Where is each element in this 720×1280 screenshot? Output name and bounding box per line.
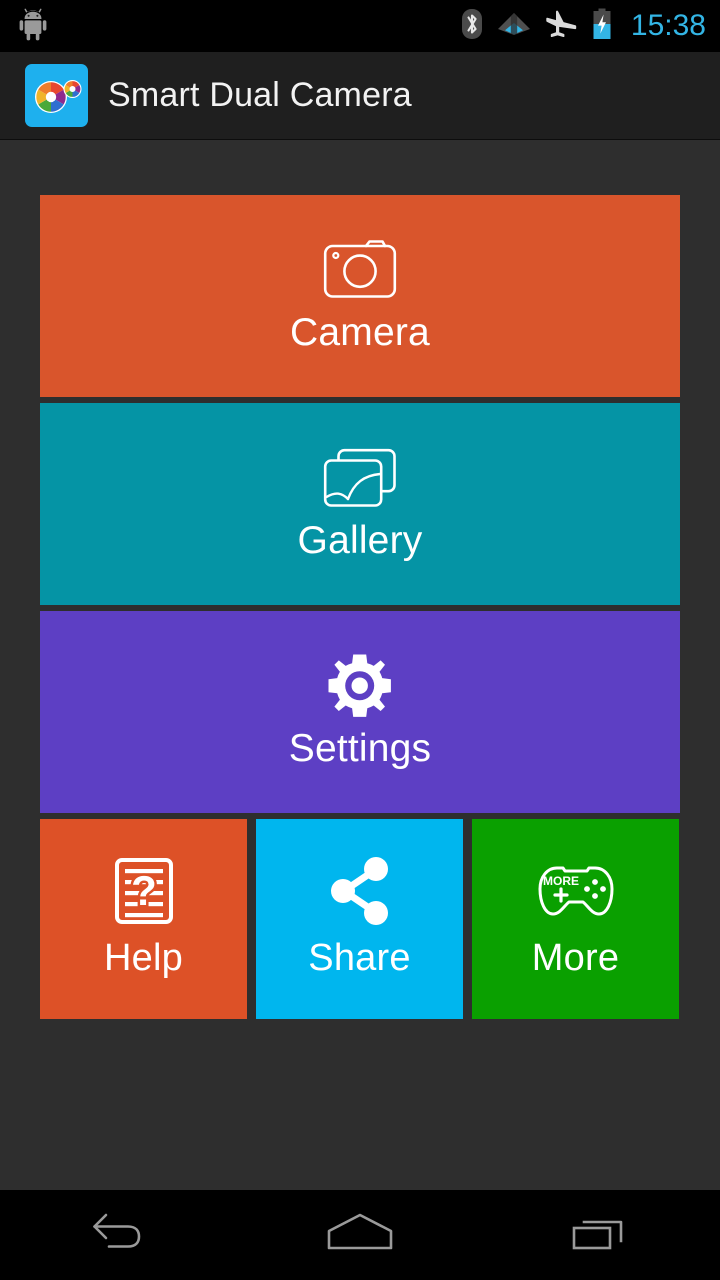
secondary-tile-row: ? Help Share MORE More — [40, 819, 680, 1019]
camera-icon — [322, 237, 398, 303]
page-title: Smart Dual Camera — [108, 76, 412, 114]
bluetooth-icon — [461, 8, 483, 45]
recents-icon — [569, 1211, 631, 1260]
tile-help[interactable]: ? Help — [40, 819, 247, 1019]
android-robot-icon — [18, 7, 48, 46]
status-bar-system-icons: 15:38 — [461, 8, 706, 45]
action-bar: Smart Dual Camera — [0, 52, 720, 140]
wifi-icon — [497, 11, 531, 42]
tile-label: Camera — [290, 311, 430, 354]
tile-gallery[interactable]: Gallery — [40, 403, 680, 605]
smart-dual-camera-app-icon — [25, 64, 88, 127]
tile-camera[interactable]: Camera — [40, 195, 680, 397]
navigation-bar — [0, 1190, 720, 1280]
android-screen: 15:38 Smart Dual Camera Camera Gallery S… — [0, 0, 720, 1280]
battery-charging-icon — [591, 8, 613, 45]
status-bar: 15:38 — [0, 0, 720, 52]
photos-stack-icon — [322, 445, 398, 511]
tile-label: Gallery — [297, 519, 423, 562]
home-icon — [324, 1211, 396, 1260]
home-button[interactable] — [285, 1190, 435, 1280]
tile-label: More — [531, 937, 620, 979]
gamepad-more-label: MORE — [543, 874, 579, 888]
tile-more[interactable]: MORE More — [472, 819, 679, 1019]
tile-label: Share — [308, 937, 411, 979]
share-nodes-icon — [328, 857, 392, 925]
tile-label: Settings — [288, 727, 432, 770]
tile-label: Help — [104, 937, 183, 979]
recents-button[interactable] — [525, 1190, 675, 1280]
tile-settings[interactable]: Settings — [40, 611, 680, 813]
back-button[interactable] — [45, 1190, 195, 1280]
main-menu: Camera Gallery Settings ? Help Share MOR… — [0, 140, 720, 1190]
gamepad-more-icon: MORE — [535, 858, 617, 924]
airplane-mode-icon — [545, 9, 577, 44]
faq-document-icon: ? — [114, 858, 174, 924]
status-bar-clock: 15:38 — [630, 9, 706, 42]
back-arrow-icon — [89, 1211, 151, 1260]
tile-share[interactable]: Share — [256, 819, 463, 1019]
status-bar-notifications — [18, 7, 48, 46]
svg-text:?: ? — [131, 867, 157, 914]
gear-icon — [326, 653, 394, 719]
